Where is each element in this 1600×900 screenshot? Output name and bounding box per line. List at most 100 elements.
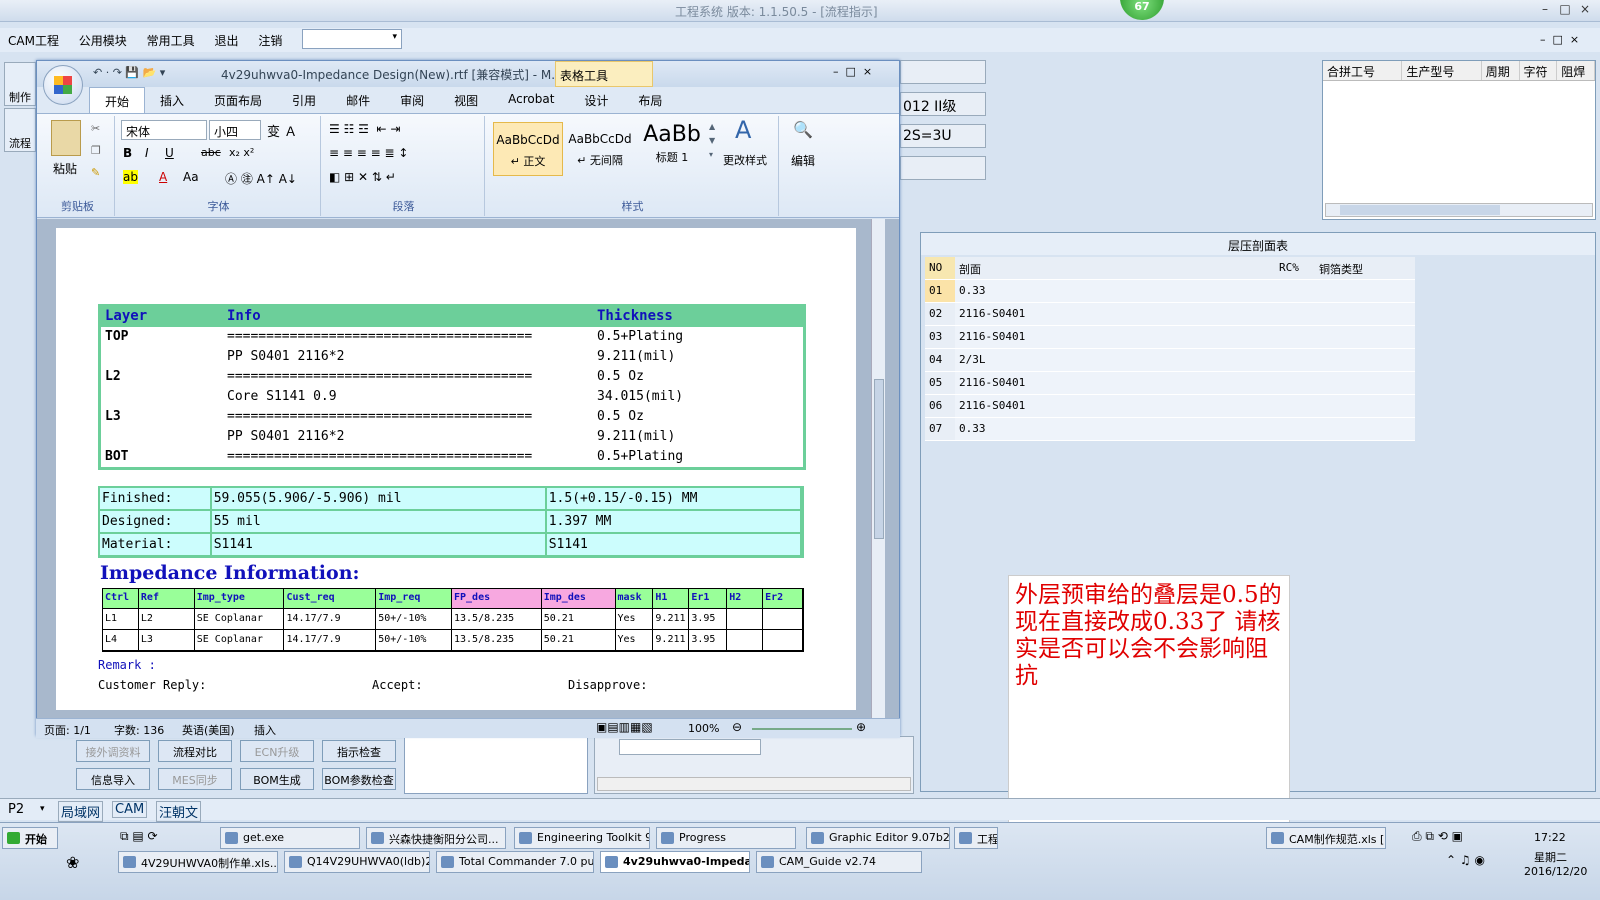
copy-icon[interactable]: ❐ — [91, 144, 101, 157]
tab-references[interactable]: 引用 — [277, 87, 331, 113]
taskbar-item[interactable]: Q14V29UHWVA0(ldb)20... — [284, 851, 430, 873]
tab-p2[interactable]: P2 — [8, 802, 24, 817]
menu-public[interactable]: 公用模块 — [71, 28, 135, 49]
start-button[interactable]: 开始 — [2, 827, 58, 849]
clock-date[interactable]: 2016/12/20 — [1524, 865, 1587, 878]
tray-icons-2[interactable]: ⌃ ♫ ◉ — [1446, 853, 1485, 867]
tab-cam[interactable]: CAM — [112, 801, 148, 818]
mid-combo[interactable] — [619, 739, 761, 755]
tab-view[interactable]: 视图 — [439, 87, 493, 113]
tab-user[interactable]: 汪朝文 — [156, 801, 202, 822]
btn-bom[interactable]: BOM生成 — [240, 768, 314, 790]
font-size-input[interactable]: 小四 — [209, 120, 261, 140]
layer-table[interactable]: NO 剖面 RC% 铜箔类型 01 0.33 02 2116-S0401 03 2116-… — [925, 257, 1415, 441]
format-painter-icon[interactable]: ✎ — [91, 166, 100, 179]
taskbar-item[interactable]: Total Commander 7.0 pu... — [436, 851, 594, 873]
clock-day[interactable]: 星期二 — [1534, 849, 1567, 865]
office-button-icon[interactable] — [43, 65, 83, 105]
tab-lan[interactable]: 局域网 — [58, 801, 104, 822]
taskbar-item[interactable]: CAM制作规范.xls [ — [1266, 827, 1386, 849]
btn-import[interactable]: 信息导入 — [76, 768, 150, 790]
merge-grid-scrollbar[interactable] — [1325, 203, 1593, 217]
taskbar-item[interactable]: 兴森快捷衡阳分公司... — [366, 827, 506, 849]
change-style-label[interactable]: 更改样式 — [723, 152, 767, 168]
menu-combo-select[interactable]: ▾ — [302, 29, 402, 49]
subscript-icon[interactable]: x₂ x² — [229, 146, 254, 159]
taskbar-item[interactable]: Progress — [656, 827, 796, 849]
word-window-controls[interactable]: – □ × — [833, 65, 872, 78]
col-mask[interactable]: 阻焊 — [1557, 61, 1595, 80]
tab-insert[interactable]: 插入 — [145, 87, 199, 113]
quicklaunch-app-icon[interactable]: ❀ — [66, 853, 79, 872]
mid-scrollbar[interactable] — [597, 777, 911, 791]
tab-layout[interactable]: 页面布局 — [199, 87, 277, 113]
p2-dropdown-icon[interactable]: ▾ — [40, 804, 45, 814]
status-words[interactable]: 字数: 136 — [114, 722, 164, 738]
tab-table-layout[interactable]: 布局 — [623, 87, 677, 113]
vscroll-thumb[interactable] — [874, 379, 884, 539]
taskbar-item[interactable]: get.exe — [220, 827, 360, 849]
editing-label[interactable]: 编辑 — [791, 152, 815, 169]
col-model[interactable]: 生产型号 — [1402, 61, 1482, 80]
tab-design[interactable]: 设计 — [569, 87, 623, 113]
style-normal[interactable]: AaBbCcDd ↵ 正文 — [493, 122, 563, 176]
menu-cam[interactable]: CAM工程 — [0, 28, 67, 49]
layer-row[interactable]: 06 2116-S0401 — [925, 395, 1415, 418]
document-page[interactable]: Layer Info Thickness TOP ===================… — [56, 228, 856, 710]
italic-icon[interactable]: I — [145, 146, 149, 160]
status-page[interactable]: 页面: 1/1 — [44, 722, 91, 738]
taskbar-item[interactable]: CAM_Guide v2.74 — [756, 851, 922, 873]
shading-border-icons[interactable]: ◧ ⊞ ✕ ⇅ ↵ — [329, 170, 396, 184]
change-style-icon[interactable]: A — [735, 116, 751, 144]
zoom-out-icon[interactable]: ⊖ — [732, 720, 742, 734]
underline-icon[interactable]: U — [165, 146, 174, 160]
layer-row[interactable]: 07 0.33 — [925, 418, 1415, 441]
taskbar-item[interactable]: 4v29uhwva0-Impeda... — [600, 851, 750, 873]
tab-review[interactable]: 审阅 — [385, 87, 439, 113]
taskbar-item[interactable]: Graphic Editor 9.07b2 ... — [806, 827, 950, 849]
close-button[interactable]: × — [1576, 2, 1594, 16]
menu-tools[interactable]: 常用工具 — [139, 28, 203, 49]
tray-icons[interactable]: ⎙ ⧉ ⟲ ▣ — [1412, 829, 1463, 844]
layer-row[interactable]: 02 2116-S0401 — [925, 303, 1415, 326]
menu-logout[interactable]: 注销 — [250, 28, 290, 49]
tab-mail[interactable]: 邮件 — [331, 87, 385, 113]
status-mode[interactable]: 插入 — [254, 722, 276, 738]
find-icon[interactable]: 🔍 — [793, 120, 813, 139]
layer-row[interactable]: 04 2/3L — [925, 349, 1415, 372]
paste-icon[interactable] — [51, 120, 81, 156]
style-no-spacing[interactable]: AaBbCcDd ↵ 无间隔 — [565, 122, 635, 176]
status-lang[interactable]: 英语(美国) — [182, 722, 235, 738]
mdi-controls[interactable]: – □ × — [1540, 33, 1579, 46]
quicklaunch-icons[interactable]: ⧉ ▤ ⟳ — [120, 829, 158, 844]
btn-bom-check[interactable]: BOM参数检查 — [322, 768, 396, 790]
maximize-button[interactable]: □ — [1556, 2, 1574, 16]
btn-mes[interactable]: MES同步 — [158, 768, 232, 790]
btn-check[interactable]: 指示检查 — [322, 740, 396, 762]
clock-time[interactable]: 17:22 — [1534, 831, 1566, 844]
merge-grid[interactable]: 合拼工号 生产型号 周期 字符 阻焊 — [1322, 60, 1596, 220]
vertical-scrollbar[interactable] — [871, 219, 885, 719]
style-heading1[interactable]: AaBb 标题 1 — [637, 122, 707, 176]
bullets-icon[interactable]: ☰ ☷ ☲ ⇤ ⇥ — [329, 122, 400, 136]
col-period[interactable]: 周期 — [1482, 61, 1520, 80]
font-color-icon[interactable]: A — [159, 170, 167, 184]
change-case-icon[interactable]: Aa — [183, 170, 199, 184]
paste-label[interactable]: 粘贴 — [53, 160, 77, 177]
btn-ecn[interactable]: ECN升级 — [240, 740, 314, 762]
tab-home[interactable]: 开始 — [89, 87, 146, 113]
zoom-in-icon[interactable]: ⊕ — [856, 720, 866, 734]
font-name-input[interactable]: 宋体 — [121, 120, 207, 140]
btn-outsource[interactable]: 接外调资料 — [76, 740, 150, 762]
font-size-up-icon[interactable]: 变 Ａ — [267, 121, 297, 140]
strike-icon[interactable]: abc — [201, 146, 221, 159]
view-mode-icons[interactable]: ▣▤▥▦▧ — [596, 720, 653, 734]
align-icons[interactable]: ≡ ≡ ≡ ≡ ≣ ↕ — [329, 146, 408, 160]
zoom-slider[interactable] — [752, 728, 852, 730]
quick-access-toolbar[interactable]: ↶ · ↷ 💾 📂 ▾ — [93, 66, 165, 79]
status-zoom[interactable]: 100% — [688, 722, 719, 735]
tab-acrobat[interactable]: Acrobat — [493, 87, 569, 113]
styles-scroll-icon[interactable]: ▲ ▼ ▾ — [709, 120, 715, 162]
taskbar-item[interactable]: Engineering Toolkit 9.... — [514, 827, 650, 849]
col-merge-no[interactable]: 合拼工号 — [1323, 61, 1403, 80]
